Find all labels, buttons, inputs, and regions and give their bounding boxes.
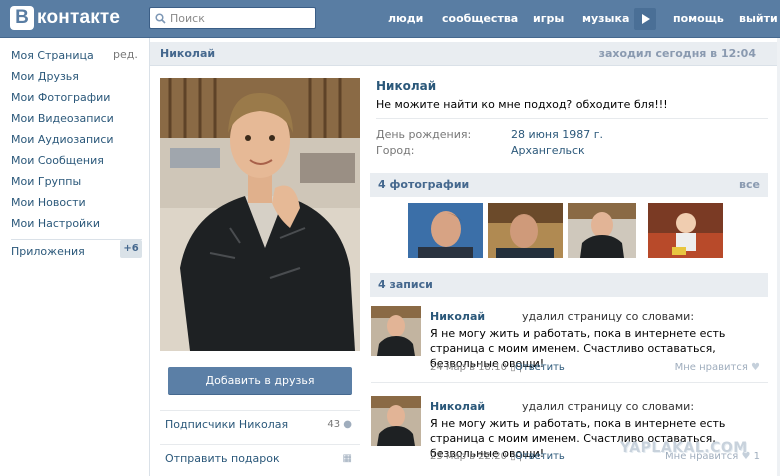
menu-my-page[interactable]: Моя Страница — [11, 49, 94, 62]
wall-header[interactable]: 4 записи — [370, 273, 768, 297]
nav-communities[interactable]: сообщества — [442, 0, 518, 38]
heart-icon: ♥ — [751, 362, 760, 373]
photo-thumb[interactable] — [568, 203, 636, 258]
send-gift-row[interactable]: Отправить подарок ▦ — [160, 444, 360, 472]
profile-photo[interactable] — [160, 78, 360, 351]
post-avatar[interactable] — [371, 396, 421, 446]
nav-people[interactable]: люди — [388, 0, 423, 38]
reply-link[interactable]: Ответить — [515, 451, 565, 462]
menu-audio[interactable]: Мои Аудиозаписи — [11, 133, 114, 146]
photo-thumb[interactable] — [648, 203, 723, 258]
photos-all-link[interactable]: все — [739, 178, 760, 191]
menu-messages[interactable]: Мои Сообщения — [11, 154, 104, 167]
post-date[interactable]: 24 мар в 18:10 ▯ | — [430, 362, 522, 373]
post-date[interactable]: 23 мар в 22:20 ▯ | — [430, 451, 522, 462]
birthday-value[interactable]: 28 июня 1987 г. — [511, 128, 603, 141]
profile-status: Не можите найти ко мне подход? обходите … — [376, 98, 668, 111]
edit-link[interactable]: ред. — [113, 48, 138, 61]
search-icon — [155, 12, 166, 24]
nav-logout[interactable]: выйти — [739, 0, 778, 38]
wall-title: 4 записи — [378, 278, 433, 291]
vk-logo[interactable]: В контакте — [10, 6, 120, 30]
post-divider — [371, 382, 768, 383]
menu-apps[interactable]: Приложения — [11, 245, 85, 258]
photos-title: 4 фотографии — [378, 178, 470, 191]
logo-mark: В — [10, 6, 34, 30]
menu-photos[interactable]: Мои Фотографии — [11, 91, 110, 104]
logo-text: контакте — [37, 7, 121, 28]
post-action: удалил страницу со словами: — [522, 310, 695, 323]
city-label: Город: — [376, 144, 415, 157]
like-button[interactable]: Мне нравится ♥ — [675, 362, 760, 373]
photos-header[interactable]: 4 фотографии все — [370, 173, 768, 197]
people-icon: ● — [343, 419, 352, 430]
menu-friends[interactable]: Мои Друзья — [11, 70, 79, 83]
nav-games[interactable]: игры — [533, 0, 564, 38]
search-input[interactable] — [170, 11, 310, 25]
menu-settings[interactable]: Мои Настройки — [11, 217, 100, 230]
info-divider — [376, 118, 768, 119]
followers-label: Подписчики Николая — [165, 418, 289, 431]
menu-groups[interactable]: Мои Группы — [11, 175, 81, 188]
post-author[interactable]: Николай — [430, 400, 485, 413]
nav-help[interactable]: помощь — [673, 0, 724, 38]
city-value[interactable]: Архангельск — [511, 144, 585, 157]
birthday-label: День рождения: — [376, 128, 472, 141]
photo-thumb[interactable] — [488, 203, 563, 258]
menu-news[interactable]: Мои Новости — [11, 196, 86, 209]
profile-name: Николай — [376, 79, 437, 93]
profile-header-bar: Николай заходил сегодня в 12:04 — [150, 42, 780, 66]
add-friend-button[interactable]: Добавить в друзья — [168, 367, 352, 395]
profile-main: Николай заходил сегодня в 12:04 Добавить… — [149, 38, 780, 476]
post-action: удалил страницу со словами: — [522, 400, 695, 413]
top-bar: В контакте люди сообщества игры музыка п… — [0, 0, 780, 38]
photo-thumb[interactable] — [408, 203, 483, 258]
profile-header-name: Николай — [160, 47, 216, 60]
send-gift-label: Отправить подарок — [165, 452, 280, 465]
reply-link[interactable]: Ответить — [515, 362, 565, 373]
watermark: YAPLAKAL.COM — [620, 440, 748, 456]
post-author[interactable]: Николай — [430, 310, 485, 323]
nav-music[interactable]: музыка — [582, 0, 629, 38]
search-box[interactable] — [149, 7, 316, 29]
post-avatar[interactable] — [371, 306, 421, 356]
gift-icon: ▦ — [342, 453, 352, 464]
menu-videos[interactable]: Мои Видеозаписи — [11, 112, 114, 125]
play-icon[interactable] — [634, 8, 656, 30]
followers-row[interactable]: Подписчики Николая 43 ● — [160, 410, 360, 438]
followers-count: 43 ● — [327, 419, 352, 430]
online-status: заходил сегодня в 12:04 — [598, 47, 756, 60]
apps-badge[interactable]: +6 — [120, 240, 142, 258]
